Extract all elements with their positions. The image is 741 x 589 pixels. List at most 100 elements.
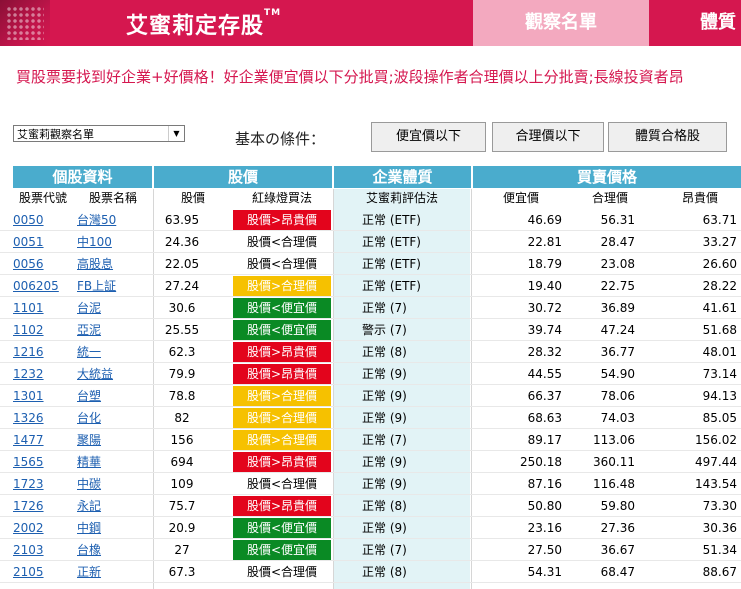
col-cheap[interactable]: 便宜價 — [486, 189, 556, 208]
fair-price: 59.80 — [600, 499, 635, 513]
fair-price: 47.24 — [600, 323, 635, 337]
table-row: 0056 高股息 22.05 股價<合理價 正常 (ETF) 18.79 23.08 26.6… — [0, 253, 741, 275]
table-row: 1216 統一 62.3 股價>昂貴價 正常 (8) 28.32 36.77 48.01 — [0, 341, 741, 363]
fair-price: 23.08 — [600, 257, 635, 271]
tab-fundamentals[interactable]: 體質 — [700, 0, 741, 46]
expensive-price: 28.22 — [702, 279, 737, 293]
stock-code-link[interactable]: 1723 — [13, 473, 44, 495]
cheap-price: 39.74 — [527, 323, 562, 337]
watchlist-select[interactable]: 艾蜜莉觀察名單 ▼ — [13, 125, 185, 142]
below-cheap-button[interactable]: 便宜價以下 — [371, 122, 486, 152]
table-row: 1477 聚陽 156 股價>合理價 正常 (7) 89.17 113.06 156.02 — [0, 429, 741, 451]
stock-name-link[interactable]: 中鋼 — [77, 517, 101, 539]
below-fair-button[interactable]: 合理價以下 — [492, 122, 604, 152]
stock-name-link[interactable]: 中100 — [77, 231, 112, 253]
table-row: 1326 台化 82 股價>合理價 正常 (9) 68.63 74.03 85.05 — [0, 407, 741, 429]
stock-name-link[interactable]: 永記 — [77, 495, 101, 517]
col-evaluation[interactable]: 艾蜜莉評估法 — [336, 189, 468, 208]
col-name[interactable]: 股票名稱 — [75, 189, 151, 208]
stock-name-link[interactable]: 台泥 — [77, 297, 101, 319]
cheap-price: 54.31 — [527, 565, 562, 579]
fair-price: 68.47 — [600, 565, 635, 579]
stock-price: 62.3 — [168, 345, 196, 359]
stock-name-link[interactable]: 統一 — [77, 341, 101, 363]
evaluation-status: 正常 (7) — [362, 433, 407, 447]
evaluation-status: 警示 (7) — [362, 323, 407, 337]
qualified-stocks-button[interactable]: 體質合格股 — [608, 122, 727, 152]
stock-code-link[interactable]: 1726 — [13, 495, 44, 517]
stock-code-link[interactable]: 1477 — [13, 429, 44, 451]
top-header: 艾蜜莉定存股TM 觀察名單 體質 — [0, 0, 741, 46]
tab-watchlist[interactable]: 觀察名單 — [473, 0, 649, 46]
stock-price: 694 — [170, 455, 194, 469]
expensive-price: 88.67 — [702, 565, 737, 579]
cheap-price: 22.81 — [527, 235, 562, 249]
stock-price: 63.95 — [164, 213, 200, 227]
col-expensive[interactable]: 昂貴價 — [665, 189, 735, 208]
col-fair[interactable]: 合理價 — [575, 189, 645, 208]
dropdown-arrow-icon[interactable]: ▼ — [168, 126, 184, 141]
cheap-price: 30.72 — [527, 301, 562, 315]
stock-name-link[interactable]: 台塑 — [77, 385, 101, 407]
evaluation-status: 正常 (7) — [362, 301, 407, 315]
stock-code-link[interactable]: 0050 — [13, 209, 44, 231]
stock-name-link[interactable]: 正新 — [77, 561, 101, 583]
evaluation-status: 正常 (9) — [362, 477, 407, 491]
expensive-price: 33.27 — [702, 235, 737, 249]
table-row: 1723 中碳 109 股價<合理價 正常 (9) 87.16 116.48 143.54 — [0, 473, 741, 495]
stock-name-link[interactable]: 台橡 — [77, 539, 101, 561]
traffic-light-signal: 股價>昂貴價 — [233, 342, 331, 362]
evaluation-status: 正常 (9) — [362, 455, 407, 469]
stock-code-link[interactable]: 2002 — [13, 517, 44, 539]
stock-code-link[interactable]: 1101 — [13, 297, 44, 319]
col-price[interactable]: 股價 — [156, 189, 230, 208]
traffic-light-signal: 股價>昂貴價 — [233, 452, 331, 472]
stock-code-link[interactable]: 1102 — [13, 319, 44, 341]
col-code[interactable]: 股票代號 — [13, 189, 73, 208]
fair-price: 54.90 — [600, 367, 635, 381]
group-price: 股價 — [154, 166, 332, 188]
expensive-price: 41.61 — [702, 301, 737, 315]
traffic-light-signal: 股價>合理價 — [233, 408, 331, 428]
stock-code-link[interactable]: 1565 — [13, 451, 44, 473]
stock-price: 67.3 — [168, 565, 196, 579]
stock-name-link[interactable]: 亞泥 — [77, 319, 101, 341]
stock-code-link[interactable]: 1301 — [13, 385, 44, 407]
stock-code-link[interactable]: 2105 — [13, 561, 44, 583]
stock-code-link[interactable]: 006205 — [13, 275, 59, 297]
expensive-price: 48.01 — [702, 345, 737, 359]
marquee-banner: 買股票要找到好企業+好價格！好企業便宜價以下分批買;波段操作者合理價以上分批賣;… — [16, 68, 684, 86]
fair-price: 113.06 — [593, 433, 635, 447]
cheap-price: 250.18 — [520, 455, 562, 469]
expensive-price: 30.36 — [702, 521, 737, 535]
stock-name-link[interactable]: 台化 — [77, 407, 101, 429]
evaluation-status: 正常 (7) — [362, 543, 407, 557]
stock-name-link[interactable]: 中碳 — [77, 473, 101, 495]
fair-price: 116.48 — [593, 477, 635, 491]
expensive-price: 73.14 — [702, 367, 737, 381]
stock-name-link[interactable]: FB上証 — [77, 275, 116, 297]
stock-name-link[interactable]: 精華 — [77, 451, 101, 473]
stock-name-link[interactable]: 台灣50 — [77, 209, 116, 231]
stock-name-link[interactable]: 大統益 — [77, 363, 113, 385]
brand-logo[interactable] — [0, 0, 50, 46]
traffic-light-signal: 股價<合理價 — [233, 232, 331, 252]
fair-price: 78.06 — [600, 389, 635, 403]
brand-title[interactable]: 艾蜜莉定存股TM — [126, 8, 281, 40]
evaluation-status: 正常 (9) — [362, 367, 407, 381]
stock-name-link[interactable]: 高股息 — [77, 253, 113, 275]
stock-code-link[interactable]: 0056 — [13, 253, 44, 275]
cheap-price: 46.69 — [527, 213, 562, 227]
fair-price: 36.89 — [600, 301, 635, 315]
col-signal[interactable]: 紅綠燈買法 — [233, 189, 331, 208]
traffic-light-signal: 股價>合理價 — [233, 386, 331, 406]
stock-code-link[interactable]: 1232 — [13, 363, 44, 385]
stock-name-link[interactable]: 聚陽 — [77, 429, 101, 451]
stock-code-link[interactable]: 0051 — [13, 231, 44, 253]
stock-code-link[interactable]: 1216 — [13, 341, 44, 363]
stock-code-link[interactable]: 2103 — [13, 539, 44, 561]
expensive-price: 63.71 — [702, 213, 737, 227]
evaluation-status: 正常 (8) — [362, 565, 407, 579]
stock-code-link[interactable]: 1326 — [13, 407, 44, 429]
stock-price: 30.6 — [168, 301, 196, 315]
